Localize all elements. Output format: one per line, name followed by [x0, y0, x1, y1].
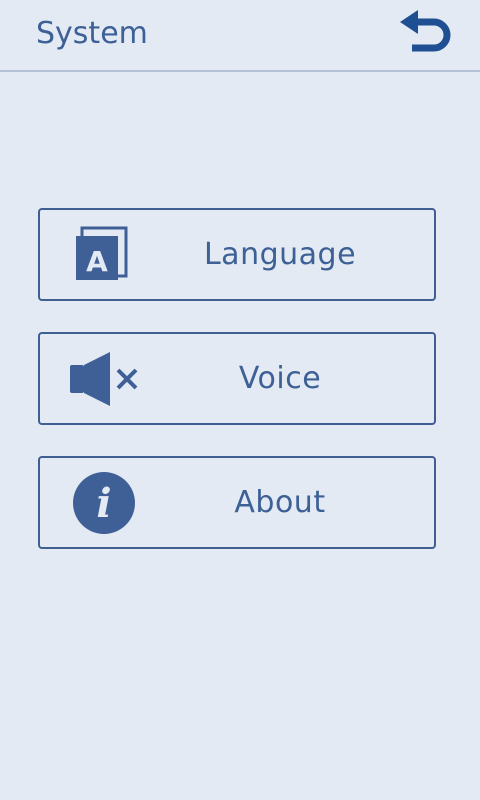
- header-bar: System: [0, 0, 480, 72]
- svg-text:A: A: [86, 245, 108, 278]
- back-arrow-icon: [400, 10, 451, 52]
- info-icon: i: [66, 472, 136, 534]
- speaker-muted-icon: [66, 348, 138, 410]
- about-label: About: [234, 485, 326, 520]
- voice-button[interactable]: Voice: [38, 332, 436, 425]
- page-title: System: [36, 16, 148, 51]
- svg-text:i: i: [96, 480, 111, 527]
- language-label: Language: [203, 237, 357, 272]
- language-button[interactable]: A Language: [38, 208, 436, 301]
- language-icon: A: [66, 224, 136, 286]
- voice-label: Voice: [238, 361, 322, 396]
- about-button[interactable]: i About: [38, 456, 436, 549]
- system-screen: System A Language Voice i About: [0, 0, 480, 800]
- back-button[interactable]: [396, 6, 460, 62]
